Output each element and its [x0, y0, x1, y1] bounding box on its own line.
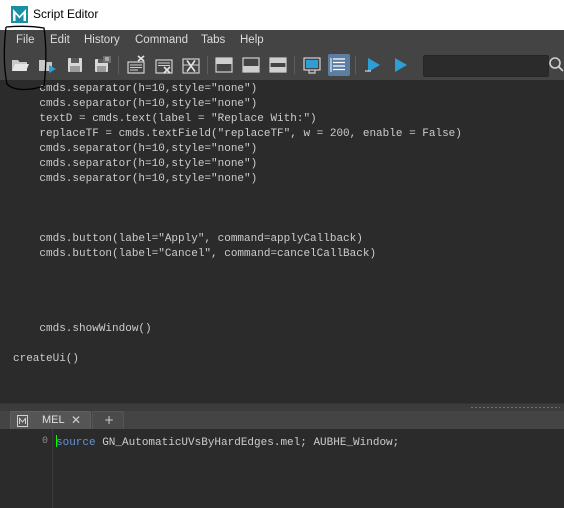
gutter-divider	[52, 429, 53, 508]
maya-logo-icon	[11, 6, 28, 23]
code-keyword: source	[56, 437, 96, 449]
search-input[interactable]	[423, 55, 549, 77]
close-icon[interactable]: ✕	[71, 413, 81, 427]
code-line: cmds.showWindow()	[13, 323, 152, 335]
show-both-icon[interactable]	[267, 54, 289, 76]
execute-icon[interactable]	[389, 54, 411, 76]
show-line-numbers-icon[interactable]	[328, 54, 350, 76]
toolbar-separator	[118, 56, 119, 74]
window-title: Script Editor	[33, 7, 99, 21]
tab-mel-label: MEL	[42, 414, 65, 426]
clear-all-icon[interactable]	[180, 54, 202, 76]
code-line: replaceTF = cmds.textField("replaceTF", …	[13, 128, 462, 140]
echo-all-commands-icon[interactable]	[301, 54, 323, 76]
menu-history[interactable]: History	[84, 34, 120, 46]
mel-script-icon	[17, 415, 28, 427]
menu-bar: File Edit History Command Tabs Help	[0, 30, 564, 52]
show-history-only-icon[interactable]	[213, 54, 235, 76]
menu-command[interactable]: Command	[135, 34, 188, 46]
menu-edit[interactable]: Edit	[50, 34, 70, 46]
code-line: cmds.button(label="Apply", command=apply…	[13, 233, 363, 245]
open-script-icon[interactable]	[9, 54, 31, 76]
source-script-icon[interactable]	[36, 54, 58, 76]
input-code-line[interactable]: source GN_AutomaticUVsByHardEdges.mel; A…	[56, 435, 399, 449]
code-line: textD = cmds.text(label = "Replace With:…	[13, 113, 317, 125]
script-code: cmds.separator(h=10,style="none") cmds.s…	[13, 82, 462, 367]
script-input-pane[interactable]: 0 source GN_AutomaticUVsByHardEdges.mel;…	[0, 429, 564, 508]
splitter-grip[interactable]	[470, 406, 560, 409]
add-tab-button[interactable]: +	[92, 411, 124, 430]
menu-file[interactable]: File	[16, 34, 35, 46]
code-line: cmds.separator(h=10,style="none")	[13, 143, 258, 155]
tab-mel[interactable]: MEL ✕	[10, 411, 91, 430]
toolbar-separator	[294, 56, 295, 74]
tab-bar: MEL ✕ +	[0, 411, 564, 430]
code-line: createUi()	[13, 353, 80, 365]
save-script-to-shelf-icon[interactable]	[91, 54, 113, 76]
clear-history-icon[interactable]	[125, 54, 147, 76]
plus-icon: +	[104, 413, 115, 427]
code-line: cmds.separator(h=10,style="none")	[13, 83, 258, 95]
search-icon[interactable]	[547, 55, 564, 73]
line-number-gutter: 0	[0, 429, 50, 508]
line-number: 0	[42, 436, 49, 447]
toolbar-separator	[207, 56, 208, 74]
toolbar-separator	[355, 56, 356, 74]
code-line: cmds.separator(h=10,style="none")	[13, 98, 258, 110]
clear-input-icon[interactable]	[153, 54, 175, 76]
menu-help[interactable]: Help	[240, 34, 264, 46]
menu-tabs[interactable]: Tabs	[201, 34, 225, 46]
show-input-only-icon[interactable]	[240, 54, 262, 76]
title-bar: Script Editor	[0, 0, 564, 30]
code-line: cmds.separator(h=10,style="none")	[13, 158, 258, 170]
code-text: GN_AutomaticUVsByHardEdges.mel; AUBHE_Wi…	[95, 437, 400, 449]
code-line: cmds.button(label="Cancel", command=canc…	[13, 248, 377, 260]
script-history-pane[interactable]: cmds.separator(h=10,style="none") cmds.s…	[0, 80, 564, 403]
execute-all-icon[interactable]	[362, 54, 384, 76]
code-line: cmds.separator(h=10,style="none")	[13, 173, 258, 185]
save-script-icon[interactable]	[64, 54, 86, 76]
